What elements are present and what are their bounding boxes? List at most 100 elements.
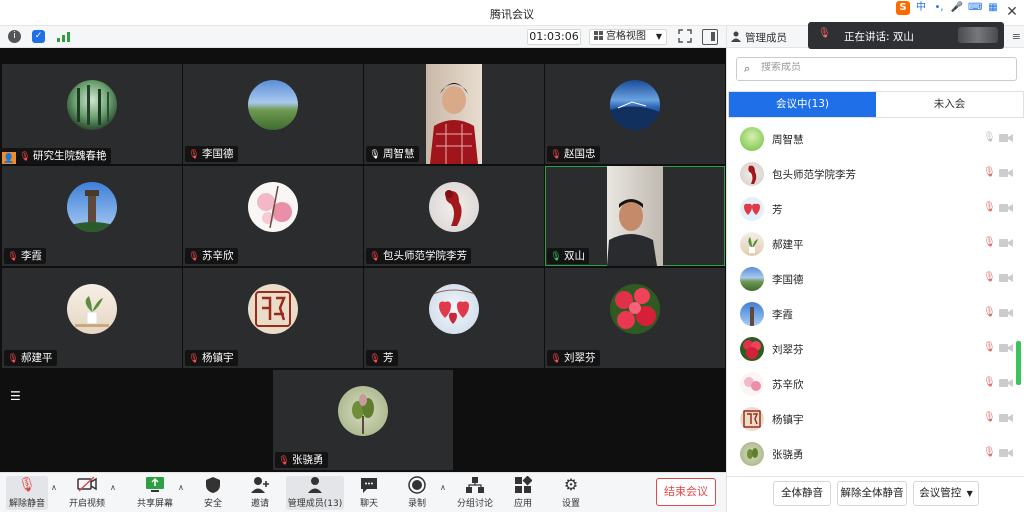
participant-nametag: 🎙 杨镇宇 [185, 350, 238, 366]
video-tile[interactable]: 🎙 赵国忠 [545, 64, 725, 164]
mic-muted-icon[interactable]: 🎙 [983, 447, 996, 458]
video-tile[interactable]: 🎙 苏辛欣 [183, 166, 363, 266]
avatar [740, 232, 764, 256]
meeting-control-dropdown[interactable]: 会议管控 ▼ [913, 481, 979, 506]
video-tile-active-speaker[interactable]: 🎙 双山 [545, 166, 725, 266]
mic-muted-icon[interactable]: 🎙 [983, 167, 996, 178]
avatar [740, 442, 764, 466]
mic-on-icon[interactable]: 🎙 [983, 132, 996, 143]
mic-muted-icon[interactable]: 🎙 [983, 237, 996, 248]
camera-off-icon[interactable] [999, 238, 1013, 248]
mic-muted-icon[interactable]: 🎙 [983, 307, 996, 318]
member-row[interactable]: 苏辛欣 🎙 [727, 367, 1019, 402]
participant-name: 苏辛欣 [202, 250, 234, 262]
camera-off-icon[interactable] [999, 378, 1013, 388]
ime-grid-icon[interactable]: ▦ [986, 1, 1000, 15]
audio-options-chevron[interactable]: ∧ [51, 483, 57, 492]
ime-punct-indicator[interactable]: •, [932, 1, 946, 15]
avatar [610, 80, 660, 130]
settings-button[interactable]: ⚙ 设置 [554, 476, 588, 510]
member-row[interactable]: 芳 🎙 [727, 192, 1019, 227]
video-tile[interactable]: 🎙 刘翠芬 [545, 268, 725, 368]
camera-off-icon[interactable] [999, 343, 1013, 353]
video-tile[interactable]: 🎙 李霞 [2, 166, 182, 266]
chevron-down-icon: ▼ [655, 32, 662, 41]
members-actions: 全体静音 解除全体静音 会议管控 ▼ [727, 476, 1024, 512]
participant-nametag: 🎙 双山 [547, 248, 589, 264]
video-tile[interactable]: 🎙 郝建平 [2, 268, 182, 368]
video-tile[interactable]: 🎙 杨镇宇 [183, 268, 363, 368]
video-tile[interactable]: 🎙 张骁勇 [273, 370, 453, 470]
video-tile[interactable]: 🎙 周智慧 [364, 64, 544, 164]
camera-off-icon[interactable] [999, 448, 1013, 458]
mic-muted-icon[interactable]: 🎙 [983, 412, 996, 423]
avatar [67, 284, 117, 334]
participant-nametag: 🎙 李国德 [185, 146, 238, 162]
member-row[interactable]: 李国德 🎙 [727, 262, 1019, 297]
chat-button[interactable]: 聊天 [352, 476, 386, 510]
shield-icon[interactable]: ✓ [32, 30, 45, 43]
manage-members-button[interactable]: 管理成员(13) [286, 476, 344, 510]
ime-toolbar[interactable]: S 中 •, 🎤 ⌨ ▦ [896, 1, 1000, 15]
camera-off-icon[interactable] [999, 133, 1013, 143]
record-options-chevron[interactable]: ∧ [440, 483, 446, 492]
ime-lang-indicator[interactable]: 中 [914, 1, 928, 15]
mic-muted-icon: 🎙 [818, 28, 831, 39]
ime-mic-icon[interactable]: 🎤 [950, 1, 964, 15]
member-search-input[interactable] [761, 62, 1001, 73]
member-row[interactable]: 李霞 🎙 [727, 297, 1019, 332]
participant-nametag: 🎙 周智慧 [366, 146, 419, 162]
apps-button[interactable]: 应用 [506, 475, 540, 510]
mute-all-button[interactable]: 全体静音 [773, 481, 831, 506]
members-list-scrollbar[interactable] [1016, 341, 1021, 385]
member-row[interactable]: 周智慧 🎙 [727, 122, 1019, 157]
member-row[interactable]: 杨镇宇 🎙 [727, 402, 1019, 437]
close-window-button[interactable]: ✕ [1004, 4, 1020, 20]
mic-muted-icon[interactable]: 🎙 [983, 342, 996, 353]
end-meeting-button[interactable]: 结束会议 [656, 478, 716, 506]
share-options-chevron[interactable]: ∧ [178, 483, 184, 492]
video-tile[interactable]: 👤 🎙 研究生院魏春艳 [2, 64, 182, 164]
tab-not-joined[interactable]: 未入会 [876, 92, 1023, 117]
unmute-button[interactable]: 🎙 解除静音 [6, 476, 48, 510]
video-tile[interactable]: 🎙 包头师范学院李芳 [364, 166, 544, 266]
camera-off-icon[interactable] [999, 168, 1013, 178]
list-view-icon[interactable]: ☰ [10, 390, 24, 402]
info-icon[interactable]: i [8, 30, 21, 43]
mic-muted-icon: 🎙 [188, 150, 200, 160]
tab-in-meeting[interactable]: 会议中(13) [729, 92, 876, 117]
member-row[interactable]: 郝建平 🎙 [727, 227, 1019, 262]
mic-muted-icon: 🎙 [19, 152, 31, 162]
member-row[interactable]: 刘翠芬 🎙 [727, 332, 1019, 367]
member-search[interactable]: ⌕ [736, 57, 1017, 81]
panel-menu-icon[interactable]: ≡ [1012, 30, 1021, 43]
signal-icon[interactable] [57, 32, 70, 42]
share-screen-button[interactable]: 共享屏幕 [134, 476, 176, 510]
breakout-rooms-button[interactable]: 分组讨论 [455, 476, 495, 510]
mic-muted-icon[interactable]: 🎙 [983, 202, 996, 213]
fullscreen-icon[interactable] [678, 29, 692, 43]
camera-off-icon[interactable] [999, 308, 1013, 318]
camera-off-icon[interactable] [999, 413, 1013, 423]
toggle-sidebar-icon[interactable] [702, 29, 718, 45]
record-button[interactable]: 录制 [400, 476, 434, 510]
video-tile[interactable]: 🎙 芳 [364, 268, 544, 368]
ime-keyboard-icon[interactable]: ⌨ [968, 1, 982, 15]
member-row[interactable]: 包头师范学院李芳 🎙 [727, 157, 1019, 192]
start-video-button[interactable]: 开启视频 [66, 476, 108, 510]
view-mode-dropdown[interactable]: 宫格视图 ▼ [589, 29, 667, 45]
mic-muted-icon[interactable]: 🎙 [983, 272, 996, 283]
video-options-chevron[interactable]: ∧ [110, 483, 116, 492]
sogou-ime-icon[interactable]: S [896, 1, 910, 15]
participant-name: 包头师范学院李芳 [383, 250, 467, 262]
mic-muted-icon[interactable]: 🎙 [983, 377, 996, 388]
unmute-all-button[interactable]: 解除全体静音 [837, 481, 907, 506]
security-button[interactable]: 安全 [196, 476, 230, 510]
video-tile[interactable]: 🎙 李国德 [183, 64, 363, 164]
host-icon: 👤 [2, 152, 16, 164]
invite-button[interactable]: 邀请 [243, 476, 277, 510]
camera-off-icon[interactable] [999, 203, 1013, 213]
members-icon [731, 31, 741, 42]
member-row[interactable]: 张骁勇 🎙 [727, 437, 1019, 472]
camera-off-icon[interactable] [999, 273, 1013, 283]
